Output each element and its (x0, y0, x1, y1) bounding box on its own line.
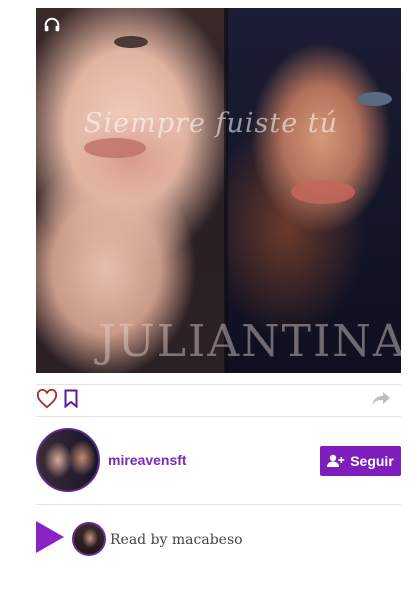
author-username[interactable]: mireavensft (108, 452, 187, 468)
story-actions-bar (36, 384, 401, 416)
read-by-label: Read by macabeso (110, 532, 243, 548)
follow-button-label: Seguir (350, 453, 394, 469)
reader-row: Read by macabeso (36, 518, 401, 558)
author-avatar[interactable] (36, 428, 100, 492)
cover-left-eye (114, 36, 148, 48)
divider-bottom (36, 504, 401, 505)
bookmark-outline-icon[interactable] (64, 389, 78, 408)
divider-middle (36, 416, 401, 417)
cover-right-eye (358, 92, 392, 106)
story-cover-image[interactable]: Siempre fuiste tú JULIANTINA (36, 8, 401, 373)
reader-avatar[interactable] (72, 522, 106, 556)
user-plus-icon (327, 454, 345, 467)
cover-caps-title: JULIANTINA (98, 316, 401, 367)
share-arrow-icon[interactable] (371, 391, 391, 407)
play-icon[interactable] (36, 521, 64, 553)
author-row: mireavensft Seguir (36, 428, 401, 494)
cover-script-title: Siempre fuiste tú (84, 108, 338, 139)
cover-left-lips (84, 138, 146, 158)
cover-right-lips (291, 180, 355, 204)
headphones-icon[interactable] (43, 16, 61, 34)
heart-outline-icon[interactable] (36, 389, 58, 409)
follow-button[interactable]: Seguir (320, 446, 401, 476)
